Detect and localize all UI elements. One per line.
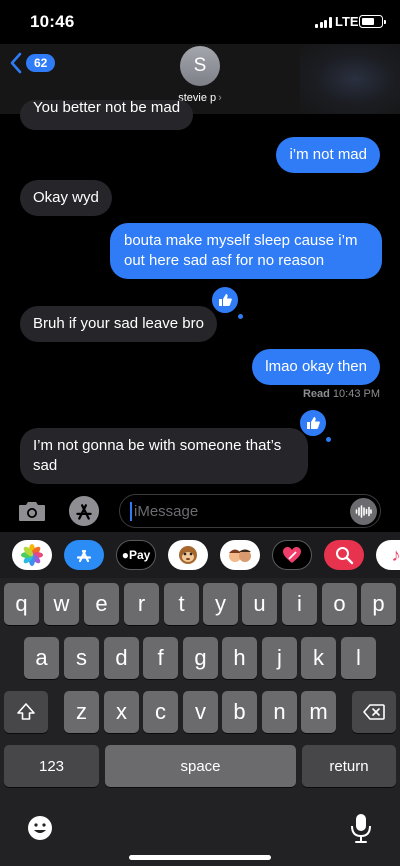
key-c[interactable]: c [143, 691, 178, 733]
message-text: lmao okay then [265, 358, 367, 375]
message-text: You better not be mad [33, 100, 181, 116]
key-v[interactable]: v [183, 691, 218, 733]
message-text: bouta make myself sleep cause i’m out he… [124, 232, 358, 269]
key-n[interactable]: n [262, 691, 297, 733]
composer-row: iMessage [0, 492, 400, 530]
message-text: Okay wyd [33, 189, 99, 206]
status-bar: 10:46 LTE [0, 0, 400, 44]
key-i[interactable]: i [282, 583, 317, 625]
apple-pay-label: Pay [128, 548, 151, 562]
app-store-icon [68, 495, 100, 527]
key-k[interactable]: k [301, 637, 336, 679]
key-g[interactable]: g [183, 637, 218, 679]
key-t[interactable]: t [164, 583, 199, 625]
numbers-key[interactable]: 123 [4, 745, 99, 787]
battery-icon [359, 15, 386, 28]
animoji-app-icon[interactable] [168, 540, 208, 570]
key-s[interactable]: s [64, 637, 99, 679]
key-e[interactable]: e [84, 583, 119, 625]
status-time: 10:46 [30, 12, 75, 31]
key-j[interactable]: j [262, 637, 297, 679]
key-p[interactable]: p [361, 583, 396, 625]
keyboard: q w e r t y u i o p a s d f g h j k l z … [0, 578, 400, 866]
return-key[interactable]: return [302, 745, 396, 787]
key-z[interactable]: z [64, 691, 99, 733]
space-key[interactable]: space [105, 745, 296, 787]
network-label: LTE [335, 14, 359, 29]
shift-key[interactable] [4, 691, 48, 733]
key-d[interactable]: d [104, 637, 139, 679]
key-w[interactable]: w [44, 583, 79, 625]
key-y[interactable]: y [203, 583, 238, 625]
key-x[interactable]: x [104, 691, 139, 733]
images-search-app-icon[interactable] [324, 540, 364, 570]
shift-icon [17, 703, 35, 720]
tapback-reaction[interactable] [210, 285, 243, 319]
camera-button[interactable] [16, 495, 48, 527]
back-button[interactable]: 62 [10, 52, 56, 74]
message-input[interactable]: iMessage [119, 494, 381, 528]
message-bubble-incoming[interactable]: Bruh if your sad leave bro [20, 306, 217, 342]
app-drawer: ● Pay ♪ [0, 532, 400, 578]
key-f[interactable]: f [143, 637, 178, 679]
chevron-right-icon: › [218, 92, 222, 104]
message-placeholder: iMessage [134, 503, 199, 520]
emoji-button[interactable] [26, 814, 54, 842]
read-time: 10:43 PM [332, 388, 380, 400]
photos-app-icon[interactable] [12, 540, 52, 570]
chevron-left-icon [10, 52, 22, 74]
apple-logo-icon: ● [121, 548, 129, 562]
key-b[interactable]: b [222, 691, 257, 733]
apple-pay-app-icon[interactable]: ● Pay [116, 540, 156, 570]
home-indicator[interactable] [129, 855, 271, 860]
read-label: Read [302, 388, 330, 400]
text-caret [130, 502, 132, 521]
audio-message-button[interactable] [350, 498, 377, 525]
message-text: Bruh if your sad leave bro [33, 315, 204, 332]
music-app-icon[interactable]: ♪ [376, 540, 400, 570]
key-h[interactable]: h [222, 637, 257, 679]
camera-icon [19, 502, 45, 521]
message-bubble-incoming[interactable]: Okay wyd [20, 180, 112, 216]
unread-count-badge: 62 [26, 54, 56, 72]
digital-touch-app-icon[interactable] [272, 540, 312, 570]
key-r[interactable]: r [124, 583, 159, 625]
key-l[interactable]: l [341, 637, 376, 679]
app-store-button[interactable] [68, 495, 100, 527]
message-bubble-outgoing[interactable]: lmao okay then [252, 349, 380, 385]
thumbs-up-icon [307, 417, 320, 429]
message-bubble-outgoing[interactable]: i’m not mad [276, 137, 380, 173]
waveform-icon [355, 505, 372, 518]
emoji-icon [28, 816, 52, 840]
key-o[interactable]: o [322, 583, 357, 625]
backspace-icon [363, 704, 385, 720]
delete-key[interactable] [352, 691, 396, 733]
message-text: I’m not gonna be with someone that’s sad [33, 437, 282, 474]
avatar[interactable]: S [180, 46, 220, 86]
microphone-icon [351, 814, 371, 843]
message-bubble-incoming[interactable]: I’m not gonna be with someone that’s sad [20, 428, 308, 484]
message-text: i’m not mad [289, 146, 367, 163]
key-q[interactable]: q [4, 583, 39, 625]
memoji-app-icon[interactable] [220, 540, 260, 570]
thumbs-up-icon [219, 294, 232, 306]
key-u[interactable]: u [242, 583, 277, 625]
message-bubble-outgoing[interactable]: bouta make myself sleep cause i’m out he… [110, 223, 382, 279]
read-receipt: Read 10:43 PM [303, 388, 380, 400]
app-store-app-icon[interactable] [64, 540, 104, 570]
key-a[interactable]: a [24, 637, 59, 679]
dictation-button[interactable] [350, 812, 372, 844]
message-bubble-incoming[interactable]: You better not be mad [20, 100, 194, 130]
key-m[interactable]: m [301, 691, 336, 733]
signal-icon [315, 17, 332, 28]
